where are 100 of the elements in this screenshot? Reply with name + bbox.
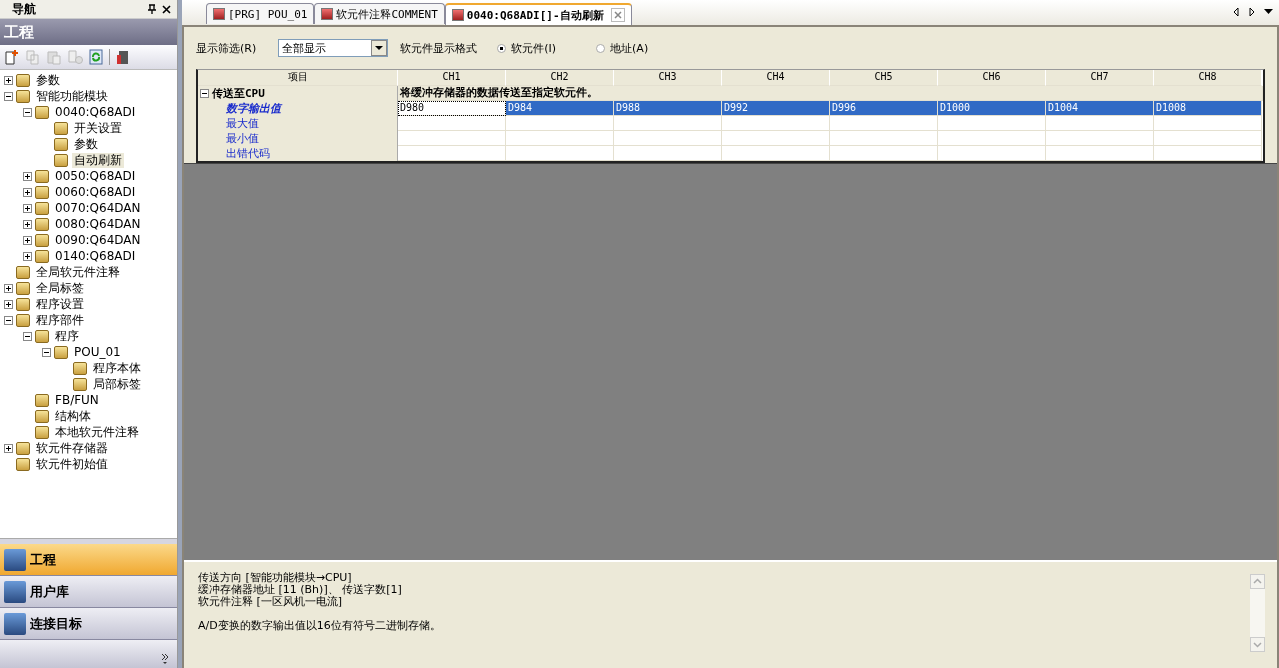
tree-item[interactable]: 程序设置 (34, 296, 86, 312)
collapse-toggle[interactable] (42, 347, 51, 357)
table-cell[interactable] (1154, 146, 1262, 161)
tree-item[interactable]: 程序部件 (34, 312, 86, 328)
tree-item[interactable]: 0090:Q64DAN (53, 232, 143, 248)
table-cell[interactable]: D1004 (1046, 101, 1154, 116)
table-cell[interactable] (938, 131, 1046, 146)
table-cell[interactable]: D1008 (1154, 101, 1262, 116)
collapse-toggle[interactable] (23, 331, 32, 341)
table-cell[interactable] (506, 131, 614, 146)
table-cell[interactable] (830, 131, 938, 146)
tab[interactable]: [PRG] POU_01 (206, 3, 315, 24)
scroll-right-icon[interactable] (1248, 7, 1256, 17)
nav-button[interactable]: 工程 (0, 544, 177, 576)
tree-item[interactable]: 软元件存储器 (34, 440, 110, 456)
tree-item[interactable]: 自动刷新 (72, 152, 124, 168)
expand-toggle[interactable] (23, 203, 32, 213)
radio-button[interactable] (596, 43, 606, 53)
tree-item[interactable]: POU_01 (72, 344, 123, 360)
table-cell[interactable]: D980 (398, 101, 506, 116)
tree-item[interactable]: 0060:Q68ADI (53, 184, 138, 200)
row-label[interactable]: 最大值 (226, 116, 259, 131)
tree-item[interactable]: 参数 (34, 72, 62, 88)
table-cell[interactable] (722, 131, 830, 146)
scroll-down-icon[interactable] (1250, 637, 1265, 652)
tree-item[interactable]: 全局软元件注释 (34, 264, 122, 280)
table-cell[interactable] (722, 116, 830, 131)
table-cell[interactable] (506, 116, 614, 131)
tab[interactable]: 软元件注释COMMENT (314, 3, 445, 24)
tree-item[interactable]: FB/FUN (53, 392, 101, 408)
expand-toggle[interactable] (23, 171, 32, 181)
collapse-toggle[interactable] (4, 91, 13, 101)
tab[interactable]: 0040:Q68ADI[]-自动刷新 (444, 3, 632, 25)
tree-item[interactable]: 本地软元件注释 (53, 424, 141, 440)
tree-item[interactable]: 0080:Q64DAN (53, 216, 143, 232)
tree-item[interactable]: 0050:Q68ADI (53, 168, 138, 184)
table-cell[interactable] (1046, 116, 1154, 131)
table-cell[interactable]: D984 (506, 101, 614, 116)
table-cell[interactable] (614, 146, 722, 161)
dropdown-icon[interactable] (1264, 9, 1273, 15)
table-cell[interactable] (398, 146, 506, 161)
radio-option[interactable]: 软元件(I) (497, 40, 557, 56)
table-cell[interactable] (398, 131, 506, 146)
expand-toggle[interactable] (23, 251, 32, 261)
splitter-handle[interactable] (0, 538, 177, 544)
table-cell[interactable]: D1000 (938, 101, 1046, 116)
filter-dropdown[interactable]: 全部显示 (278, 39, 389, 57)
table-cell[interactable] (398, 116, 506, 131)
radio-button[interactable] (497, 43, 507, 53)
column-header: CH5 (830, 70, 938, 86)
expand-toggle[interactable] (23, 219, 32, 229)
expand-toggle[interactable] (4, 283, 13, 293)
table-cell[interactable]: D992 (722, 101, 830, 116)
tree-item[interactable]: 结构体 (53, 408, 93, 424)
table-cell[interactable] (506, 146, 614, 161)
tree-item[interactable]: 开关设置 (72, 120, 124, 136)
tree-item[interactable]: 局部标签 (91, 376, 143, 392)
folder-icon (35, 217, 49, 231)
tree-item[interactable]: 智能功能模块 (34, 88, 110, 104)
tree-item[interactable]: 软元件初始值 (34, 456, 110, 472)
close-icon[interactable] (162, 4, 171, 14)
table-cell[interactable] (614, 116, 722, 131)
tree-item[interactable]: 0070:Q64DAN (53, 200, 143, 216)
expand-toggle[interactable] (4, 443, 13, 453)
expand-toggle[interactable] (4, 75, 13, 85)
tree-item[interactable]: 全局标签 (34, 280, 86, 296)
table-cell[interactable] (614, 131, 722, 146)
expand-toggle[interactable] (23, 235, 32, 245)
nav-button[interactable]: 连接目标 (0, 608, 177, 640)
table-cell[interactable] (1046, 146, 1154, 161)
table-cell[interactable] (722, 146, 830, 161)
new-document-icon[interactable] (4, 49, 20, 65)
tree-item[interactable]: 0140:Q68ADI (53, 248, 138, 264)
expand-toggle[interactable] (23, 187, 32, 197)
refresh-icon[interactable] (88, 49, 104, 65)
table-cell[interactable] (938, 116, 1046, 131)
table-cell[interactable] (830, 116, 938, 131)
expand-toggle[interactable] (4, 299, 13, 309)
tree-item[interactable]: 参数 (72, 136, 100, 152)
collapse-toggle[interactable] (4, 315, 13, 325)
table-cell[interactable]: D988 (614, 101, 722, 116)
scrollbar[interactable] (1250, 574, 1265, 652)
scroll-up-icon[interactable] (1250, 574, 1265, 589)
table-cell[interactable]: D996 (830, 101, 938, 116)
pin-icon[interactable] (148, 4, 156, 14)
collapse-toggle[interactable] (23, 107, 32, 117)
tree-item[interactable]: 0040:Q68ADI (53, 104, 138, 120)
nav-overflow-button[interactable] (0, 640, 177, 668)
nav-button[interactable]: 用户库 (0, 576, 177, 608)
radio-option[interactable]: 地址(A) (596, 40, 649, 56)
scroll-left-icon[interactable] (1232, 7, 1240, 17)
table-cell[interactable] (938, 146, 1046, 161)
table-cell[interactable] (830, 146, 938, 161)
collapse-toggle[interactable] (200, 89, 209, 98)
table-cell[interactable] (1154, 116, 1262, 131)
tree-item[interactable]: 程序 (53, 328, 81, 344)
tree-item[interactable]: 程序本体 (91, 360, 143, 376)
table-cell[interactable] (1154, 131, 1262, 146)
row-label[interactable]: 最小值 (226, 131, 259, 146)
table-cell[interactable] (1046, 131, 1154, 146)
